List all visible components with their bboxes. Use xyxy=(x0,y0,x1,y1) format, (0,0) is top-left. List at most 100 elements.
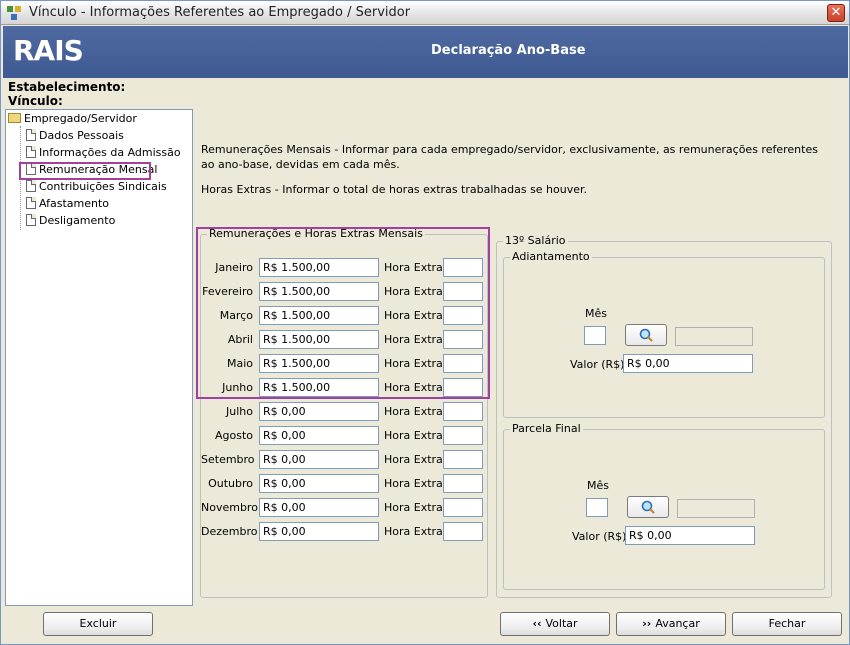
remuneracoes-description: Remunerações Mensais - Informar para cad… xyxy=(201,143,818,171)
month-row: Março R$ 1.500,00 Hora Extra xyxy=(201,306,486,326)
excluir-label: Excluir xyxy=(79,617,117,630)
adiantamento-valor-input[interactable]: R$ 0,00 xyxy=(623,354,753,373)
window-title: Vínculo - Informações Referentes ao Empr… xyxy=(29,5,411,20)
month-row: Janeiro R$ 1.500,00 Hora Extra xyxy=(201,258,486,278)
hora-extra-label: Hora Extra xyxy=(384,285,443,298)
month-label: Fevereiro xyxy=(202,285,253,298)
month-value-input[interactable]: R$ 0,00 xyxy=(259,498,379,517)
app-icon xyxy=(7,6,21,20)
hora-extra-input[interactable] xyxy=(443,402,483,421)
tree-item-label: Contribuições Sindicais xyxy=(39,180,167,193)
tree-item-afastamento[interactable]: Afastamento xyxy=(26,196,109,212)
hora-extra-input[interactable] xyxy=(443,426,483,445)
month-label: Maio xyxy=(226,357,253,370)
month-value-input[interactable]: R$ 0,00 xyxy=(259,474,379,493)
adiantamento-mes-input[interactable] xyxy=(584,326,606,345)
hora-extra-input[interactable] xyxy=(443,330,483,349)
tree-root-empregado[interactable]: Empregado/Servidor xyxy=(8,111,137,127)
voltar-label: Voltar xyxy=(545,617,578,630)
parcela-final-legend: Parcela Final xyxy=(510,422,583,435)
header-title: Declaração Ano-Base xyxy=(431,43,586,58)
document-icon xyxy=(26,197,36,209)
avancar-button[interactable]: ›› Avançar xyxy=(616,612,726,636)
month-label: Setembro xyxy=(201,453,255,466)
hora-extra-input[interactable] xyxy=(443,282,483,301)
folder-icon xyxy=(8,113,21,123)
hora-extra-input[interactable] xyxy=(443,306,483,325)
month-label: Junho xyxy=(222,381,253,394)
month-value-input[interactable]: R$ 1.500,00 xyxy=(259,306,379,325)
horas-extras-description: Horas Extras - Informar o total de horas… xyxy=(201,183,588,196)
tree-item-dados-pessoais[interactable]: Dados Pessoais xyxy=(26,128,124,144)
hora-extra-label: Hora Extra xyxy=(384,357,443,370)
hora-extra-label: Hora Extra xyxy=(384,309,443,322)
month-label: Abril xyxy=(227,333,253,346)
tree-item-desligamento[interactable]: Desligamento xyxy=(26,213,115,229)
month-value-input[interactable]: R$ 1.500,00 xyxy=(259,378,379,397)
main-window: Vínculo - Informações Referentes ao Empr… xyxy=(0,0,850,645)
avancar-label: Avançar xyxy=(655,617,700,630)
hora-extra-input[interactable] xyxy=(443,522,483,541)
tree-root-label: Empregado/Servidor xyxy=(24,112,137,125)
month-label: Agosto xyxy=(214,429,253,442)
parcela-mes-input[interactable] xyxy=(586,498,608,517)
month-value-input[interactable]: R$ 0,00 xyxy=(259,450,379,469)
month-row: Setembro R$ 0,00 Hora Extra xyxy=(201,450,486,470)
month-value-input[interactable]: R$ 0,00 xyxy=(259,402,379,421)
hora-extra-label: Hora Extra xyxy=(384,381,443,394)
rais-logo: RAIS xyxy=(13,34,84,67)
hora-extra-input[interactable] xyxy=(443,258,483,277)
hora-extra-label: Hora Extra xyxy=(384,477,443,490)
month-value-input[interactable]: R$ 0,00 xyxy=(259,522,379,541)
parcela-mes-label: Mês xyxy=(587,479,609,492)
adiantamento-valor-label: Valor (R$) xyxy=(570,358,625,371)
hora-extra-label: Hora Extra xyxy=(384,333,443,346)
month-value-input[interactable]: R$ 0,00 xyxy=(259,426,379,445)
excluir-button[interactable]: Excluir xyxy=(43,612,153,636)
month-label: Março xyxy=(219,309,253,322)
hora-extra-input[interactable] xyxy=(443,378,483,397)
parcela-valor-input[interactable]: R$ 0,00 xyxy=(625,526,755,545)
month-row: Dezembro R$ 0,00 Hora Extra xyxy=(201,522,486,542)
hora-extra-label: Hora Extra xyxy=(384,501,443,514)
month-value-input[interactable]: R$ 1.500,00 xyxy=(259,258,379,277)
vinculo-label: Vínculo: xyxy=(8,94,63,108)
tree-item-label: Afastamento xyxy=(39,197,110,210)
fechar-button[interactable]: Fechar xyxy=(732,612,842,636)
adiantamento-legend: Adiantamento xyxy=(510,250,592,263)
decimo-terceiro-legend: 13º Salário xyxy=(503,234,568,247)
hora-extra-label: Hora Extra xyxy=(384,525,443,538)
month-row: Junho R$ 1.500,00 Hora Extra xyxy=(201,378,486,398)
hora-extra-input[interactable] xyxy=(443,498,483,517)
parcela-search-button[interactable] xyxy=(627,496,669,518)
month-label: Julho xyxy=(226,405,253,418)
hora-extra-label: Hora Extra xyxy=(384,261,443,274)
adiantamento-mes-label: Mês xyxy=(585,307,607,320)
document-icon xyxy=(26,129,36,141)
month-value-input[interactable]: R$ 1.500,00 xyxy=(259,354,379,373)
chevron-right-icon: ›› xyxy=(642,617,652,630)
adiantamento-search-button[interactable] xyxy=(625,324,667,346)
hora-extra-input[interactable] xyxy=(443,474,483,493)
selected-item-highlight xyxy=(19,162,151,180)
month-value-input[interactable]: R$ 1.500,00 xyxy=(259,282,379,301)
page-header: RAIS Declaração Ano-Base xyxy=(3,26,848,78)
magnifier-icon xyxy=(639,328,653,342)
month-row: Outubro R$ 0,00 Hora Extra xyxy=(201,474,486,494)
hora-extra-input[interactable] xyxy=(443,450,483,469)
hora-extra-label: Hora Extra xyxy=(384,405,443,418)
month-label: Outubro xyxy=(208,477,253,490)
tree-item-contribuicoes-sindicais[interactable]: Contribuições Sindicais xyxy=(26,179,167,195)
tree-item-informacoes-admissao[interactable]: Informações da Admissão xyxy=(26,145,181,161)
close-button[interactable]: ✕ xyxy=(827,4,845,22)
document-icon xyxy=(26,214,36,226)
hora-extra-input[interactable] xyxy=(443,354,483,373)
month-row: Agosto R$ 0,00 Hora Extra xyxy=(201,426,486,446)
month-row: Julho R$ 0,00 Hora Extra xyxy=(201,402,486,422)
voltar-button[interactable]: ‹‹ Voltar xyxy=(500,612,610,636)
navigation-tree: Empregado/Servidor Dados Pessoais Inform… xyxy=(5,109,193,606)
month-value-input[interactable]: R$ 1.500,00 xyxy=(259,330,379,349)
month-row: Abril R$ 1.500,00 Hora Extra xyxy=(201,330,486,350)
tree-item-label: Dados Pessoais xyxy=(39,129,124,142)
estabelecimento-label: Estabelecimento: xyxy=(8,80,126,94)
